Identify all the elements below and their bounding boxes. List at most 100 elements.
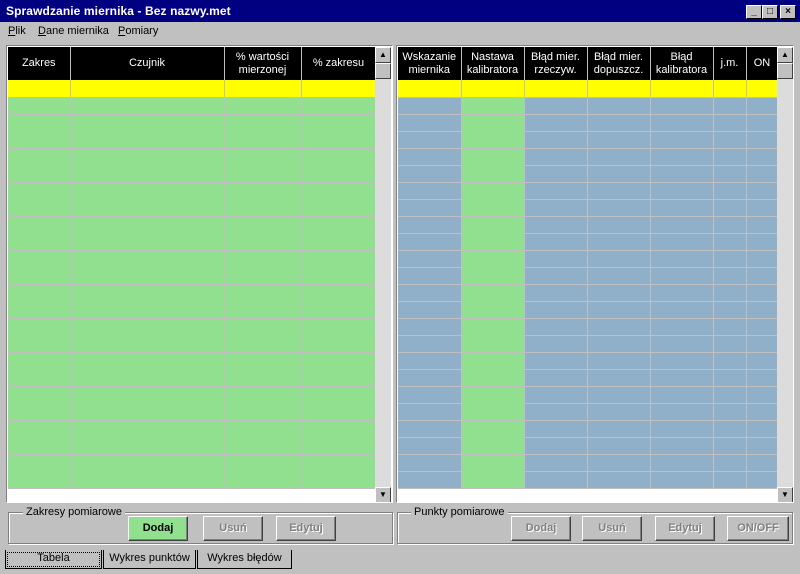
close-button[interactable]: ×: [780, 5, 796, 19]
table-cell[interactable]: [650, 131, 714, 149]
table-cell[interactable]: [8, 369, 71, 387]
table-cell[interactable]: [524, 97, 588, 115]
table-cell[interactable]: [224, 182, 302, 200]
remove-point-button[interactable]: Usuń: [582, 516, 642, 541]
table-cell[interactable]: [713, 97, 747, 115]
table-cell[interactable]: [301, 267, 377, 285]
table-cell[interactable]: [398, 420, 462, 438]
col-header-procent-wartosci[interactable]: % wartości mierzonej: [224, 47, 302, 80]
table-cell[interactable]: [746, 437, 779, 455]
table-cell[interactable]: [8, 131, 71, 149]
table-cell[interactable]: [461, 420, 525, 438]
table-cell[interactable]: [524, 352, 588, 370]
table-cell[interactable]: [650, 165, 714, 183]
table-cell[interactable]: [398, 454, 462, 472]
table-cell[interactable]: [746, 335, 779, 353]
table-cell[interactable]: [587, 352, 651, 370]
table-cell[interactable]: [650, 454, 714, 472]
table-cell[interactable]: [713, 301, 747, 319]
table-row[interactable]: [8, 131, 377, 149]
table-cell[interactable]: [461, 369, 525, 387]
table-cell[interactable]: [70, 454, 225, 472]
table-cell[interactable]: [524, 386, 588, 404]
table-cell[interactable]: [224, 454, 302, 472]
table-cell[interactable]: [746, 267, 779, 285]
table-cell[interactable]: [70, 352, 225, 370]
table-row[interactable]: [398, 80, 779, 98]
table-cell[interactable]: [398, 301, 462, 319]
tab-wykres-bledow[interactable]: Wykres błędów: [197, 550, 292, 569]
table-cell[interactable]: [587, 97, 651, 115]
col-header-czujnik[interactable]: Czujnik: [70, 47, 225, 80]
table-row[interactable]: [398, 369, 779, 387]
table-cell[interactable]: [524, 199, 588, 217]
table-row[interactable]: [398, 437, 779, 455]
table-cell[interactable]: [746, 165, 779, 183]
table-cell[interactable]: [301, 420, 377, 438]
table-cell[interactable]: [524, 454, 588, 472]
menu-pomiary[interactable]: Pomiary: [118, 25, 158, 37]
table-row[interactable]: [398, 352, 779, 370]
col-header-blad-rzeczyw[interactable]: Błąd mier. rzeczyw.: [524, 47, 588, 80]
table-cell[interactable]: [398, 437, 462, 455]
table-cell[interactable]: [713, 454, 747, 472]
add-range-button[interactable]: Dodaj: [128, 516, 188, 541]
points-grid[interactable]: Wskazanie miernika Nastawa kalibratora B…: [396, 45, 794, 503]
col-header-blad-kalibratora[interactable]: Błąd kalibratora: [650, 47, 714, 80]
table-row[interactable]: [8, 318, 377, 336]
col-header-jm[interactable]: j.m.: [713, 47, 747, 80]
table-row[interactable]: [8, 437, 377, 455]
table-cell[interactable]: [713, 148, 747, 166]
table-cell[interactable]: [713, 114, 747, 132]
table-cell[interactable]: [746, 318, 779, 336]
table-cell[interactable]: [524, 471, 588, 489]
table-cell[interactable]: [746, 131, 779, 149]
table-row[interactable]: [8, 216, 377, 234]
table-cell[interactable]: [650, 199, 714, 217]
table-cell[interactable]: [587, 233, 651, 251]
table-cell[interactable]: [398, 182, 462, 200]
table-cell[interactable]: [746, 386, 779, 404]
col-header-procent-zakresu[interactable]: % zakresu: [301, 47, 377, 80]
table-cell[interactable]: [301, 454, 377, 472]
table-cell[interactable]: [587, 267, 651, 285]
table-row[interactable]: [8, 182, 377, 200]
table-cell[interactable]: [713, 182, 747, 200]
table-cell[interactable]: [398, 216, 462, 234]
table-cell[interactable]: [301, 216, 377, 234]
table-cell[interactable]: [224, 301, 302, 319]
table-cell[interactable]: [70, 267, 225, 285]
table-cell[interactable]: [587, 165, 651, 183]
table-cell[interactable]: [650, 352, 714, 370]
table-cell[interactable]: [461, 250, 525, 268]
table-row[interactable]: [8, 403, 377, 421]
table-cell[interactable]: [224, 216, 302, 234]
table-cell[interactable]: [524, 80, 588, 98]
edit-point-button[interactable]: Edytuj: [655, 516, 715, 541]
table-cell[interactable]: [70, 148, 225, 166]
table-cell[interactable]: [746, 454, 779, 472]
table-cell[interactable]: [398, 233, 462, 251]
table-cell[interactable]: [8, 80, 71, 98]
table-cell[interactable]: [224, 267, 302, 285]
table-cell[interactable]: [301, 199, 377, 217]
table-cell[interactable]: [461, 352, 525, 370]
table-cell[interactable]: [746, 403, 779, 421]
table-cell[interactable]: [398, 335, 462, 353]
table-cell[interactable]: [713, 403, 747, 421]
table-cell[interactable]: [301, 148, 377, 166]
table-cell[interactable]: [461, 318, 525, 336]
table-cell[interactable]: [587, 403, 651, 421]
remove-range-button[interactable]: Usuń: [203, 516, 263, 541]
table-cell[interactable]: [8, 233, 71, 251]
table-cell[interactable]: [713, 437, 747, 455]
table-cell[interactable]: [650, 386, 714, 404]
table-cell[interactable]: [8, 437, 71, 455]
table-cell[interactable]: [398, 97, 462, 115]
table-cell[interactable]: [746, 114, 779, 132]
table-cell[interactable]: [70, 114, 225, 132]
table-cell[interactable]: [650, 301, 714, 319]
table-row[interactable]: [8, 250, 377, 268]
table-cell[interactable]: [746, 301, 779, 319]
table-row[interactable]: [8, 471, 377, 489]
